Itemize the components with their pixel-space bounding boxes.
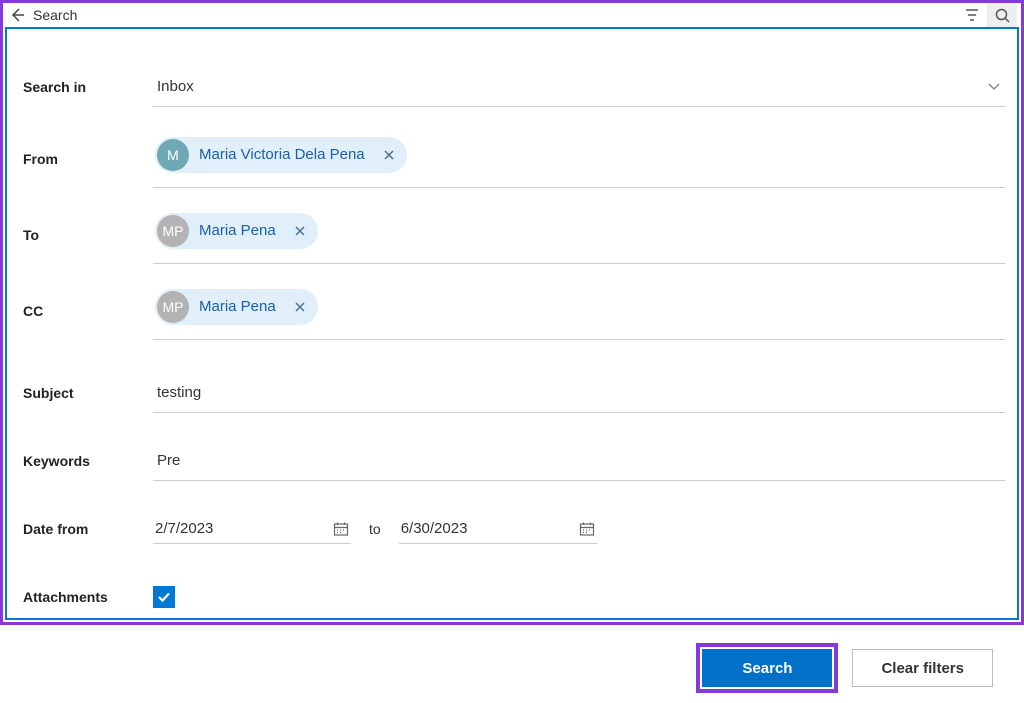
header-title: Search bbox=[33, 7, 77, 23]
search-header: Search bbox=[3, 3, 1021, 27]
search-button[interactable]: Search bbox=[702, 649, 832, 687]
to-field[interactable]: MP Maria Pena bbox=[153, 207, 1005, 264]
back-arrow-icon[interactable] bbox=[5, 3, 29, 27]
cc-avatar: MP bbox=[157, 291, 189, 323]
keywords-input[interactable] bbox=[157, 452, 1001, 469]
date-from-label: Date from bbox=[23, 521, 153, 537]
from-label: From bbox=[23, 151, 153, 167]
search-in-value: Inbox bbox=[157, 78, 194, 95]
calendar-icon bbox=[333, 521, 349, 537]
filter-icon[interactable] bbox=[957, 3, 987, 27]
attachments-checkbox[interactable] bbox=[153, 586, 175, 608]
subject-label: Subject bbox=[23, 385, 153, 401]
to-avatar: MP bbox=[157, 215, 189, 247]
cc-chip-remove-icon[interactable] bbox=[290, 297, 310, 317]
to-chip: MP Maria Pena bbox=[155, 213, 318, 249]
from-chip-name: Maria Victoria Dela Pena bbox=[199, 146, 365, 163]
date-from-value: 2/7/2023 bbox=[155, 520, 213, 537]
attachments-label: Attachments bbox=[23, 589, 153, 605]
from-chip: M Maria Victoria Dela Pena bbox=[155, 137, 407, 173]
to-chip-name: Maria Pena bbox=[199, 222, 276, 239]
to-label: To bbox=[23, 227, 153, 243]
search-in-label: Search in bbox=[23, 79, 153, 95]
from-field[interactable]: M Maria Victoria Dela Pena bbox=[153, 131, 1005, 188]
date-separator: to bbox=[369, 521, 381, 537]
clear-filters-button[interactable]: Clear filters bbox=[852, 649, 993, 687]
search-icon[interactable] bbox=[987, 3, 1017, 27]
from-chip-remove-icon[interactable] bbox=[379, 145, 399, 165]
cc-label: CC bbox=[23, 303, 153, 319]
subject-input[interactable] bbox=[157, 384, 1001, 401]
keywords-label: Keywords bbox=[23, 453, 153, 469]
cc-chip: MP Maria Pena bbox=[155, 289, 318, 325]
search-button-highlight: Search bbox=[696, 643, 838, 693]
chevron-down-icon bbox=[987, 82, 1001, 92]
to-chip-remove-icon[interactable] bbox=[290, 221, 310, 241]
search-in-dropdown[interactable]: Inbox bbox=[153, 67, 1005, 107]
date-to-input[interactable]: 6/30/2023 bbox=[399, 514, 597, 544]
cc-chip-name: Maria Pena bbox=[199, 298, 276, 315]
cc-field[interactable]: MP Maria Pena bbox=[153, 283, 1005, 340]
from-avatar: M bbox=[157, 139, 189, 171]
date-from-input[interactable]: 2/7/2023 bbox=[153, 514, 351, 544]
calendar-icon bbox=[579, 521, 595, 537]
date-to-value: 6/30/2023 bbox=[401, 520, 468, 537]
